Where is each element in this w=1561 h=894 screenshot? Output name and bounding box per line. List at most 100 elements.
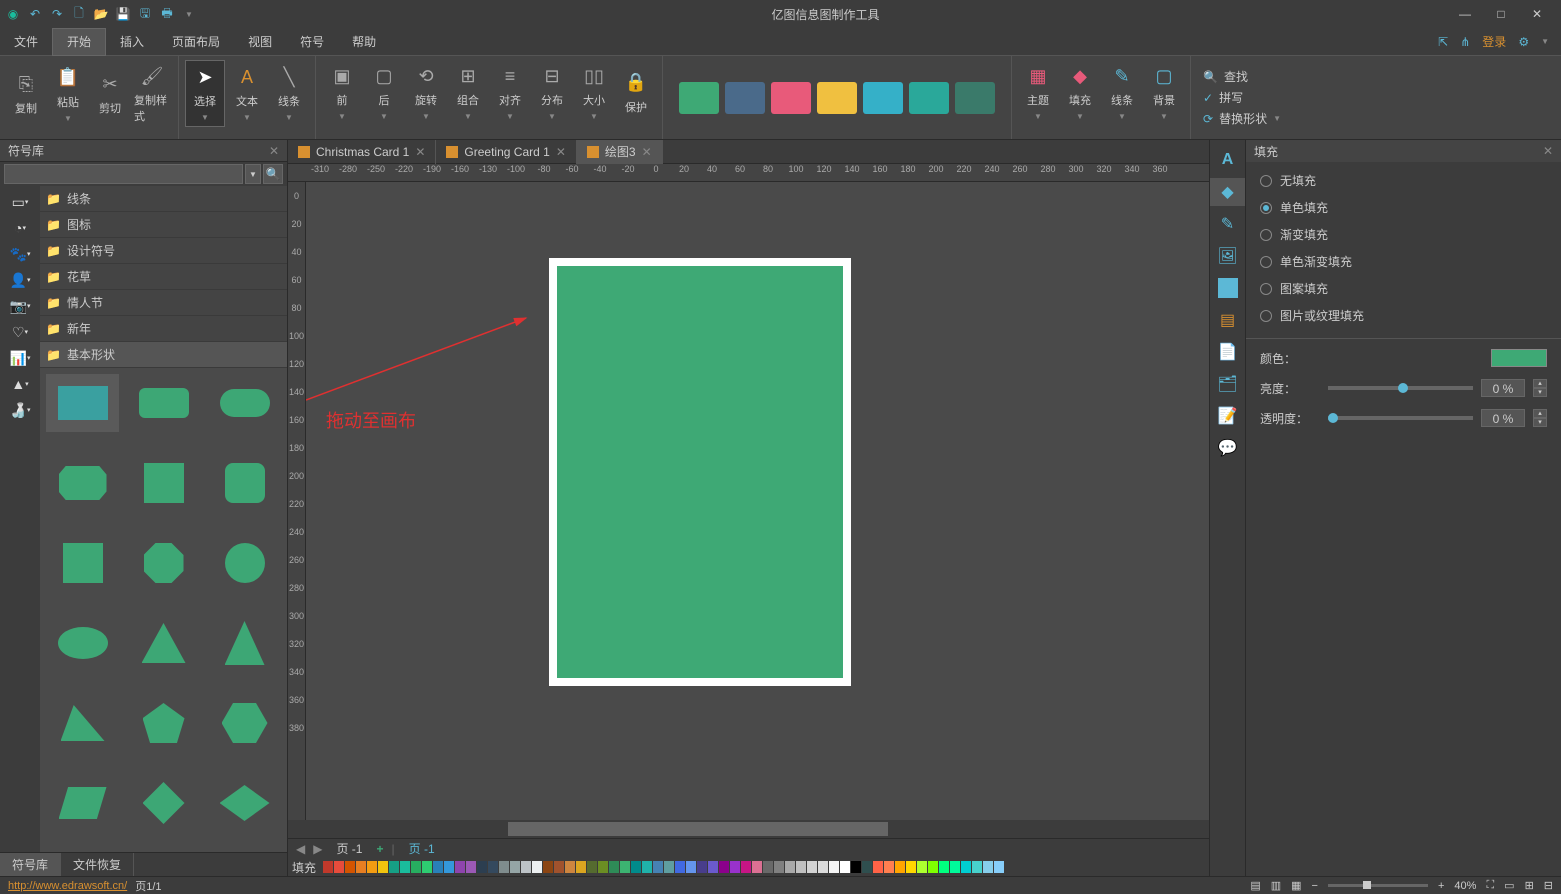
opacity-value[interactable]: 0 %: [1481, 409, 1525, 427]
color-swatch[interactable]: [378, 861, 388, 873]
tab-close-icon[interactable]: ✕: [556, 145, 566, 159]
color-swatch[interactable]: [741, 861, 751, 873]
fill-option-gradient[interactable]: 渐变填充: [1260, 226, 1547, 243]
color-swatch[interactable]: [389, 861, 399, 873]
color-swatch[interactable]: [499, 861, 509, 873]
fit-width-icon[interactable]: ▭: [1504, 879, 1514, 892]
grid-icon[interactable]: ⊟: [1544, 879, 1553, 892]
fill-option-pattern[interactable]: 图案填充: [1260, 280, 1547, 297]
color-swatch[interactable]: [488, 861, 498, 873]
color-swatch[interactable]: [785, 861, 795, 873]
zoom-out-icon[interactable]: −: [1312, 880, 1318, 892]
bring-front-button[interactable]: ▣前▼: [322, 60, 362, 125]
category-row[interactable]: 📁线条: [40, 186, 287, 212]
menu-symbol[interactable]: 符号: [286, 28, 338, 56]
color-swatch[interactable]: [994, 861, 1004, 873]
line-tool[interactable]: ╲线条▼: [269, 60, 309, 127]
prop-text-icon[interactable]: A: [1210, 146, 1245, 174]
page-prev-icon[interactable]: ◀: [296, 842, 305, 856]
prop-fill-icon[interactable]: ◆: [1210, 178, 1245, 206]
color-swatch[interactable]: [642, 861, 652, 873]
category-row[interactable]: 📁图标: [40, 212, 287, 238]
color-swatch[interactable]: [400, 861, 410, 873]
shape-right-triangle[interactable]: [46, 694, 119, 752]
color-swatch[interactable]: [554, 861, 564, 873]
line-style-button[interactable]: ✎线条▼: [1102, 60, 1142, 125]
shape-rounded-rect[interactable]: [127, 374, 200, 432]
color-swatch[interactable]: [598, 861, 608, 873]
tab-file-recovery[interactable]: 文件恢复: [61, 853, 134, 876]
color-swatch[interactable]: [565, 861, 575, 873]
redo-icon[interactable]: ↷: [48, 5, 66, 23]
text-tool[interactable]: A文本▼: [227, 60, 267, 127]
color-swatch[interactable]: [576, 861, 586, 873]
background-button[interactable]: ▢背景▼: [1144, 60, 1184, 125]
find-button[interactable]: 🔍查找: [1203, 68, 1281, 85]
color-swatch[interactable]: [928, 861, 938, 873]
spin-up-icon[interactable]: ▴: [1533, 409, 1547, 418]
prop-comment-icon[interactable]: 💬: [1210, 434, 1245, 462]
fill-option-solid[interactable]: 单色填充: [1260, 199, 1547, 216]
cat-icon-camera[interactable]: 📷▾: [0, 294, 40, 318]
color-swatch[interactable]: [609, 861, 619, 873]
view-mode-1-icon[interactable]: ▤: [1250, 879, 1260, 892]
search-button[interactable]: 🔍: [263, 164, 283, 184]
color-swatch[interactable]: [961, 861, 971, 873]
color-swatch[interactable]: [587, 861, 597, 873]
color-swatch[interactable]: [774, 861, 784, 873]
open-icon[interactable]: 📂: [92, 5, 110, 23]
prop-color-icon[interactable]: [1218, 278, 1238, 298]
replace-shape-button[interactable]: ⟳替换形状▼: [1203, 110, 1281, 127]
shape-triangle2[interactable]: [208, 614, 281, 672]
menu-page-layout[interactable]: 页面布局: [158, 28, 234, 56]
fill-option-picture[interactable]: 图片或纹理填充: [1260, 307, 1547, 324]
shape-parallelogram[interactable]: [46, 774, 119, 832]
search-dropdown-icon[interactable]: ▼: [245, 164, 261, 184]
color-swatch[interactable]: [818, 861, 828, 873]
prop-note-icon[interactable]: 📝: [1210, 402, 1245, 430]
color-swatch[interactable]: [323, 861, 333, 873]
panel-close-icon[interactable]: ✕: [269, 144, 279, 158]
shape-hexagon[interactable]: [208, 694, 281, 752]
swatch-4[interactable]: [817, 82, 857, 114]
shape-octagon[interactable]: [127, 534, 200, 592]
shape-pill[interactable]: [208, 374, 281, 432]
fullscreen-icon[interactable]: ⊞: [1525, 879, 1534, 892]
color-swatch[interactable]: [697, 861, 707, 873]
color-swatch[interactable]: [983, 861, 993, 873]
color-swatch[interactable]: [686, 861, 696, 873]
shape-circle[interactable]: [208, 534, 281, 592]
scrollbar-thumb[interactable]: [508, 822, 888, 836]
color-swatch[interactable]: [356, 861, 366, 873]
color-swatch[interactable]: [950, 861, 960, 873]
spin-up-icon[interactable]: ▴: [1533, 379, 1547, 388]
cat-icon-pie[interactable]: ◔▾: [0, 216, 40, 240]
qa-dropdown-icon[interactable]: ▼: [180, 5, 198, 23]
view-mode-3-icon[interactable]: ▦: [1291, 879, 1301, 892]
color-swatch[interactable]: [752, 861, 762, 873]
page-tab-link[interactable]: 页 -1: [403, 840, 441, 857]
right-panel-close-icon[interactable]: ✕: [1543, 144, 1553, 158]
color-swatch[interactable]: [708, 861, 718, 873]
cat-icon-rect[interactable]: ▭▾: [0, 190, 40, 214]
menu-home[interactable]: 开始: [52, 28, 106, 56]
color-swatch[interactable]: [829, 861, 839, 873]
color-swatch[interactable]: [851, 861, 861, 873]
color-picker[interactable]: [1491, 349, 1547, 367]
cat-icon-animal[interactable]: 🐾▾: [0, 242, 40, 266]
color-swatch[interactable]: [730, 861, 740, 873]
color-swatch[interactable]: [917, 861, 927, 873]
doc-tab[interactable]: 绘图3✕: [577, 140, 663, 164]
paste-button[interactable]: 📋粘贴▼: [48, 60, 88, 128]
shape-rounded-square[interactable]: [208, 454, 281, 512]
fill-option-none[interactable]: 无填充: [1260, 172, 1547, 189]
color-swatch[interactable]: [939, 861, 949, 873]
menu-view[interactable]: 视图: [234, 28, 286, 56]
symbol-search-input[interactable]: [4, 164, 243, 184]
maximize-button[interactable]: □: [1489, 7, 1513, 21]
color-swatch[interactable]: [510, 861, 520, 873]
category-row[interactable]: 📁基本形状: [40, 342, 287, 368]
color-swatch[interactable]: [763, 861, 773, 873]
format-painter-button[interactable]: 🖌复制样式: [132, 60, 172, 128]
page[interactable]: [549, 258, 851, 686]
